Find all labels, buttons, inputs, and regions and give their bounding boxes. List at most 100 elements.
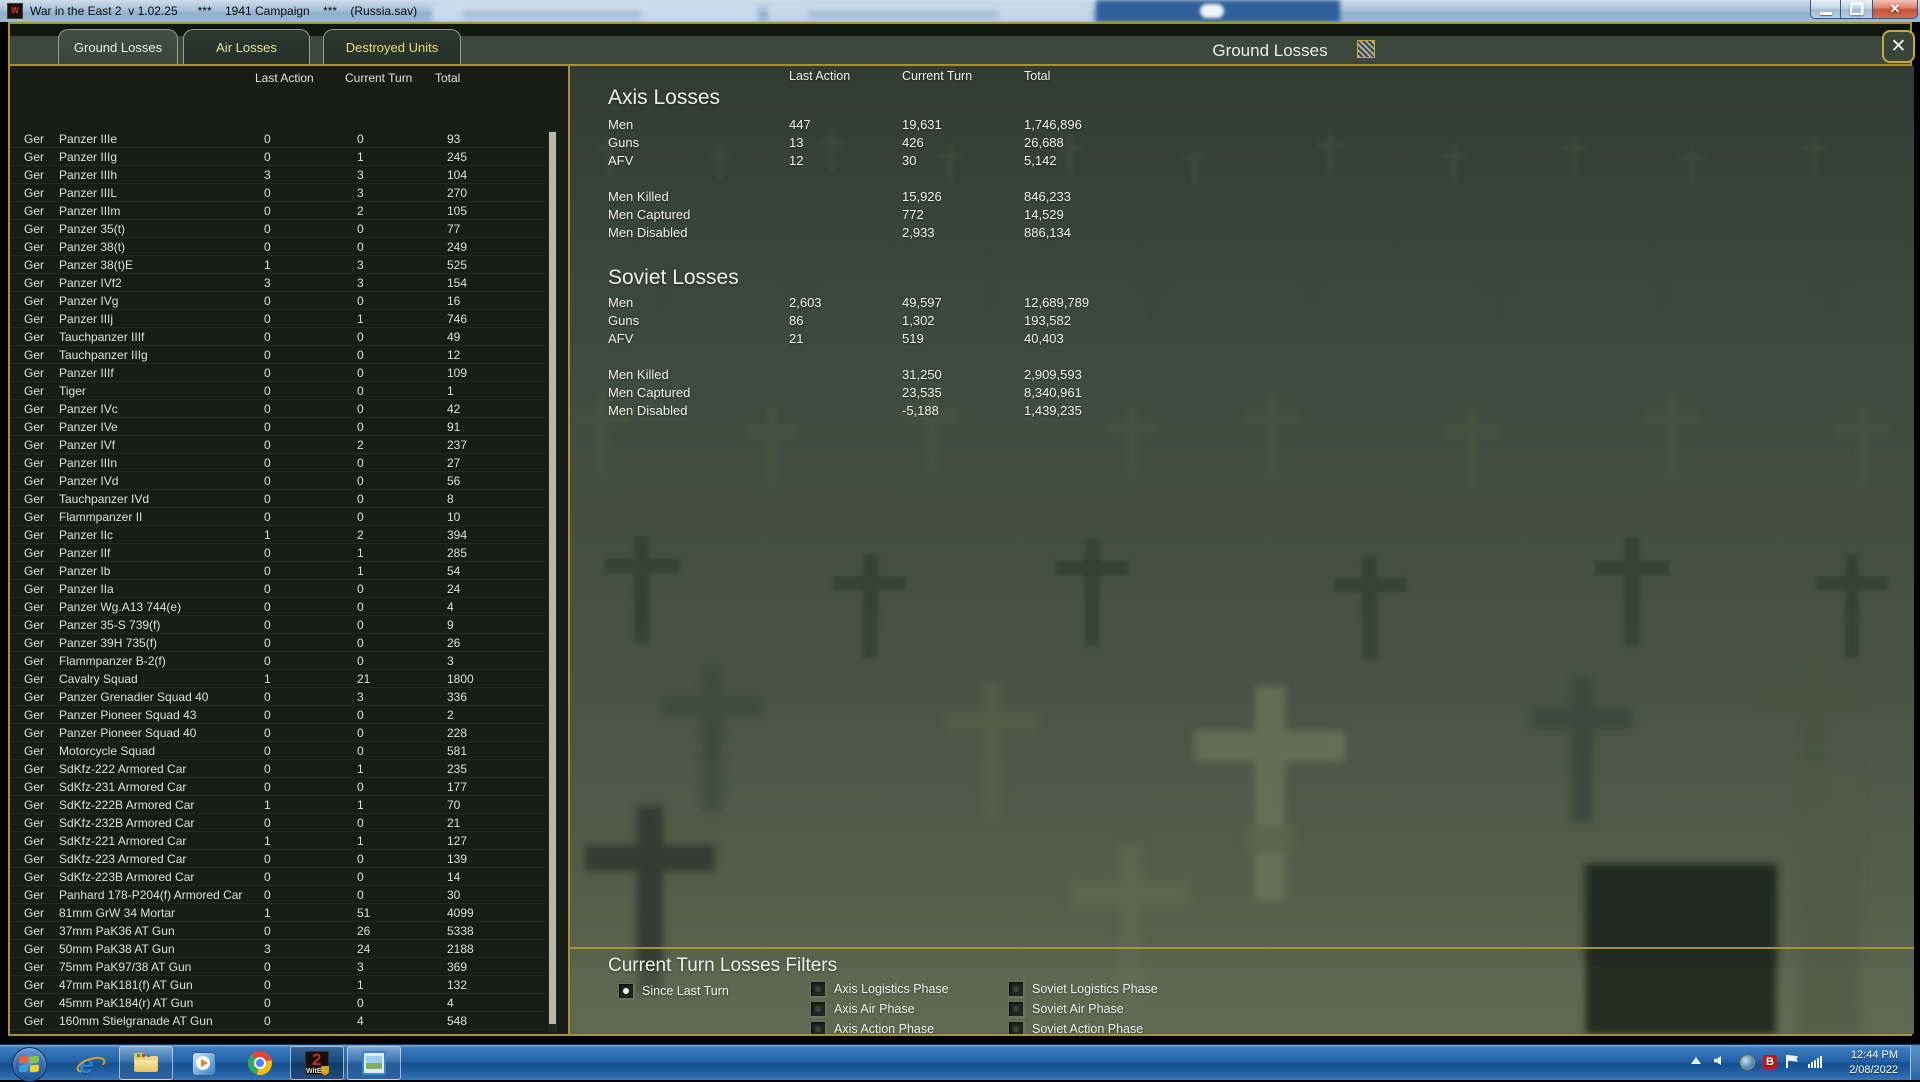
cell: 160mm Stielgranade AT Gun — [59, 1014, 213, 1028]
cell: 0 — [357, 222, 364, 236]
loss-value: 8,340,961 — [1024, 385, 1082, 400]
cell: 0 — [264, 888, 271, 902]
phase-checkbox[interactable] — [1008, 981, 1024, 997]
phase-checkbox-label: Axis Logistics Phase — [834, 982, 949, 996]
taskbar-windows-explorer[interactable] — [119, 1046, 173, 1080]
window-title: War in the East 2 v 1.02.25 *** 1941 Cam… — [30, 4, 418, 18]
cell: 0 — [264, 654, 271, 668]
cell: 336 — [447, 690, 468, 704]
cell: Ger — [24, 384, 45, 398]
phase-checkbox-label: Axis Air Phase — [834, 1002, 915, 1016]
cell: Panzer IIf — [59, 546, 111, 560]
taskbar-clock[interactable]: 12:44 PM 2/08/2022 — [1836, 1048, 1898, 1078]
cell: 0 — [357, 618, 364, 632]
taskbar-wite2-game[interactable]: 2 WitE — [290, 1046, 344, 1080]
show-hidden-icons-button[interactable] — [1691, 1057, 1701, 1064]
phase-checkbox[interactable] — [1008, 1021, 1024, 1034]
cell: 3 — [447, 654, 454, 668]
cell: 3 — [264, 168, 271, 182]
game-window: Ground Losses Air Losses Destroyed Units… — [8, 22, 1915, 1036]
cell: Ger — [24, 312, 45, 326]
cell: 0 — [264, 960, 271, 974]
cell: 93 — [447, 132, 461, 146]
report-icon[interactable] — [1357, 40, 1375, 58]
loss-label: Men — [608, 295, 634, 310]
tab-destroyed-units[interactable]: Destroyed Units — [323, 29, 461, 64]
cell: 0 — [357, 852, 364, 866]
start-button[interactable] — [12, 1047, 47, 1082]
phase-checkbox[interactable] — [810, 1001, 826, 1017]
cell: Ger — [24, 582, 45, 596]
loss-value: 1,302 — [902, 313, 935, 328]
windows-flag-icon — [19, 1055, 28, 1064]
table-row: Ger Panzer IIc 1 2 394 — [10, 526, 546, 544]
cell: Ger — [24, 618, 45, 632]
loss-value: 49,597 — [902, 295, 942, 310]
cell: 70 — [447, 798, 461, 812]
windows-update-tray[interactable] — [1740, 1055, 1755, 1070]
cell: 3 — [357, 960, 364, 974]
cell: 0 — [264, 996, 271, 1010]
table-row: Ger Panzer IIIL 0 3 270 — [10, 184, 546, 202]
cell: Ger — [24, 816, 45, 830]
cell: Ger — [24, 402, 45, 416]
cell: 0 — [264, 744, 271, 758]
table-row: Ger Panzer IIa 0 0 24 — [10, 580, 546, 598]
phase-checkbox[interactable] — [810, 1021, 826, 1034]
since-last-turn-radio[interactable] — [618, 983, 634, 999]
network-tray[interactable] — [1808, 1056, 1822, 1068]
cell: Ger — [24, 762, 45, 776]
table-row: Ger Panzer Pioneer Squad 43 0 0 2 — [10, 706, 546, 724]
bitdefender-tray[interactable]: B — [1763, 1055, 1777, 1069]
cell: SdKfz-221 Armored Car — [59, 834, 187, 848]
cell: 1800 — [447, 672, 474, 686]
loss-value: -5,188 — [902, 403, 939, 418]
cell: Panzer IIa — [59, 582, 114, 596]
cell: 0 — [264, 762, 271, 776]
taskbar-photo-viewer[interactable] — [347, 1046, 401, 1080]
tab-air-losses[interactable]: Air Losses — [183, 29, 310, 64]
cell: Ger — [24, 798, 45, 812]
cell: 9 — [447, 618, 454, 632]
minimize-button[interactable] — [1810, 0, 1841, 19]
cell: 237 — [447, 438, 468, 452]
cell: Panzer IIc — [59, 528, 114, 542]
cell: 1 — [357, 978, 364, 992]
cell: 10 — [447, 510, 461, 524]
cell: Ger — [24, 636, 45, 650]
taskbar-chrome[interactable] — [233, 1046, 287, 1080]
restore-button[interactable] — [1841, 0, 1872, 19]
tab-ground-losses[interactable]: Ground Losses — [58, 29, 178, 64]
phase-checkbox[interactable] — [810, 981, 826, 997]
taskbar-internet-explorer[interactable]: e — [62, 1046, 116, 1080]
minimize-icon — [1819, 11, 1832, 15]
cell: 177 — [447, 780, 468, 794]
window-titlebar[interactable]: W War in the East 2 v 1.02.25 *** 1941 C… — [0, 0, 1920, 22]
table-row: Ger Panzer 39H 735(f) 0 0 26 — [10, 634, 546, 652]
action-center-tray[interactable] — [1786, 1055, 1798, 1068]
table-row: Ger Panzer IIIn 0 0 27 — [10, 454, 546, 472]
show-desktop-button[interactable] — [1910, 1045, 1920, 1080]
scrollbar-thumb[interactable] — [549, 132, 556, 1024]
cell: 0 — [264, 546, 271, 560]
cell: 8 — [447, 492, 454, 506]
axis-losses-title: Axis Losses — [608, 86, 721, 109]
cell: Panzer IIIj — [59, 312, 114, 326]
cell: Motorcycle Squad — [59, 744, 156, 758]
close-screen-button[interactable]: ✕ — [1882, 30, 1915, 63]
cell: 0 — [357, 582, 364, 596]
cell: 0 — [264, 150, 271, 164]
close-window-button[interactable]: ✕ — [1872, 0, 1918, 19]
cell: 245 — [447, 150, 468, 164]
cell: Ger — [24, 852, 45, 866]
cell: 4 — [447, 600, 454, 614]
cell: 0 — [264, 870, 271, 884]
cell: Ger — [24, 474, 45, 488]
cell: 91 — [447, 420, 461, 434]
cell: Ger — [24, 276, 45, 290]
taskbar-media-player[interactable] — [176, 1046, 230, 1080]
loss-label: AFV — [608, 331, 634, 346]
phase-checkbox[interactable] — [1008, 1001, 1024, 1017]
volume-button[interactable] — [1714, 1056, 1721, 1065]
table-row: Ger Panzer IIIg 0 1 245 — [10, 148, 546, 166]
